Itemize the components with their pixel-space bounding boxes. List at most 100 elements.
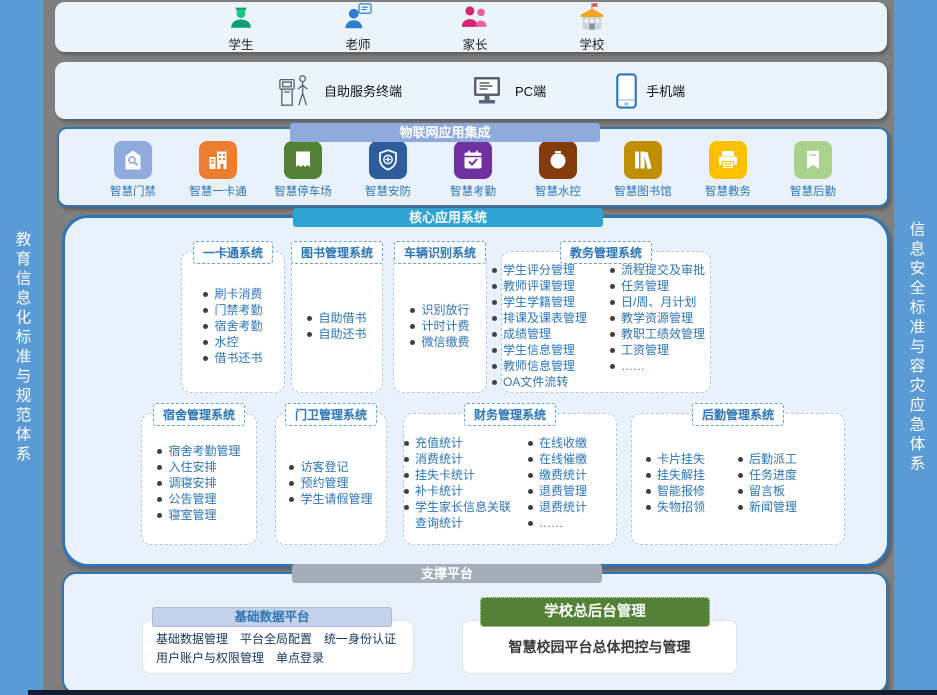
feature-item: 学生家长信息关联查询统计 [404,499,520,531]
bullet-icon [610,364,615,369]
bullet-icon [157,449,162,454]
feature-item: 教师评课管理 [492,278,602,294]
feature-item: 任务管理 [610,278,720,294]
bullet-icon [410,324,415,329]
feature-item: 教职工绩效管理 [610,326,720,342]
persona-label: 学生 [228,34,253,53]
logistics-bookmark-icon [794,141,832,179]
system-title: 宿舍管理系统 [153,403,245,426]
feature-item: 成绩管理 [492,326,602,342]
feature-item: …… [610,358,720,374]
iot-app-label: 智慧一卡通 [189,183,247,199]
feature-item: 学生评分管理 [492,262,602,278]
base-platform-line-1: 基础数据管理 平台全局配置 统一身份认证 [156,630,413,649]
iot-apps-row: 智慧门禁 智慧一卡通 智慧停车场 智慧安防 智慧考勤 智慧水控 智慧图书馆 智慧… [59,141,887,205]
bullet-icon [203,356,208,361]
bullet-icon [492,316,497,321]
terminal: 自助服务终端 [277,73,402,109]
security-shield-icon [369,141,407,179]
system-box: 一卡通系统 刷卡消费 门禁考勤 宿舍考勤 水控 借书还书 [181,251,285,393]
iot-app: 智慧后勤 [775,141,851,205]
bullet-icon [307,332,312,337]
student-icon [226,2,256,32]
iot-app: 智慧教务 [690,141,766,205]
bullet-icon [492,268,497,273]
feature-item: 访客登记 [289,459,372,475]
system-title: 门卫管理系统 [285,403,377,426]
bullet-icon [289,481,294,486]
terminals-panel: 自助服务终端 PC端 手机端 [55,62,887,119]
feature-item: …… [528,515,616,531]
feature-item: 学生请假管理 [289,491,372,507]
feature-item: 入住安排 [157,459,240,475]
pc-icon [472,75,506,107]
feature-item: 挂失卡统计 [404,467,520,483]
bullet-icon [157,465,162,470]
bullet-icon [528,473,533,478]
school-icon [577,2,607,32]
attendance-calendar-icon [454,141,492,179]
bottom-edge-bar [28,690,937,695]
feature-item: 充值统计 [404,435,520,451]
bullet-icon [738,505,743,510]
feature-item: 在线收缴 [528,435,616,451]
feature-item: 工资管理 [610,342,720,358]
feature-item: 失物招领 [646,499,730,515]
kiosk-icon [277,73,315,109]
users-panel: 学生 老师 家长 学校 [55,2,887,52]
iot-app: 智慧一卡通 [180,141,256,205]
school-admin-title: 学校总后台管理 [480,597,710,627]
bullet-icon [528,441,533,446]
system-title: 车辆识别系统 [394,241,486,264]
system-box: 图书管理系统 自助借书 自助还书 [291,251,383,393]
left-standards-sidebar: 教育信息化标准与规范体系 [0,0,43,695]
feature-item: 卡片挂失 [646,451,730,467]
bullet-icon [203,340,208,345]
onecard-building-icon [199,141,237,179]
feature-item: 公告管理 [157,491,240,507]
feature-item: OA文件流转 [492,374,602,390]
persona: 老师 [322,2,394,53]
feature-item: 后勤派工 [738,451,830,467]
bullet-icon [203,324,208,329]
terminal-label: 手机端 [646,81,685,100]
support-platform-panel: 支撑平台 基础数据平台 基础数据管理 平台全局配置 统一身份认证 用户账户与权限… [62,572,888,694]
base-data-platform-box: 基础数据管理 平台全局配置 统一身份认证 用户账户与权限管理 单点登录 [142,620,414,674]
bullet-icon [203,292,208,297]
bullet-icon [404,489,409,494]
persona: 学校 [556,2,628,53]
system-box: 财务管理系统 充值统计 消费统计 挂失卡统计 补卡统计 学生家长信息关联查询统计… [403,413,617,545]
iot-app-label: 智慧考勤 [450,183,496,199]
bullet-icon [307,316,312,321]
iot-app-label: 智慧图书馆 [614,183,672,199]
system-box: 后勤管理系统 卡片挂失 挂失解挂 智能报修 失物招领 后勤派工 任务进度 留言板… [631,413,845,545]
feature-item: 宿舍考勤管理 [157,443,240,459]
persona-label: 学校 [579,34,604,53]
teacher-icon [343,2,373,32]
feature-item: 寝室管理 [157,507,240,523]
feature-item: 水控 [203,334,262,350]
bullet-icon [157,497,162,502]
iot-app: 智慧停车场 [265,141,341,205]
bullet-icon [528,489,533,494]
feature-item: 退费统计 [528,499,616,515]
bullet-icon [610,284,615,289]
feature-item: 学生信息管理 [492,342,602,358]
feature-item: 退费管理 [528,483,616,499]
right-sidebar-label: 信息安全标准与容灾应急体系 [905,221,927,475]
bullet-icon [404,473,409,478]
bullet-icon [646,473,651,478]
parking-ticket-icon [284,141,322,179]
system-box: 门卫管理系统 访客登记 预约管理 学生请假管理 [275,413,387,545]
persona: 家长 [439,2,511,53]
bullet-icon [738,489,743,494]
bullet-icon [404,441,409,446]
bullet-icon [410,340,415,345]
bullet-icon [646,505,651,510]
feature-item: 微信缴费 [410,334,469,350]
core-systems-panel: 核心应用系统 一卡通系统 刷卡消费 门禁考勤 宿舍考勤 水控 借书还书 图书管理… [62,215,890,567]
feature-item: 识别放行 [410,302,469,318]
iot-app: 智慧门禁 [95,141,171,205]
system-title: 财务管理系统 [464,403,556,426]
feature-item: 自助还书 [307,326,366,342]
